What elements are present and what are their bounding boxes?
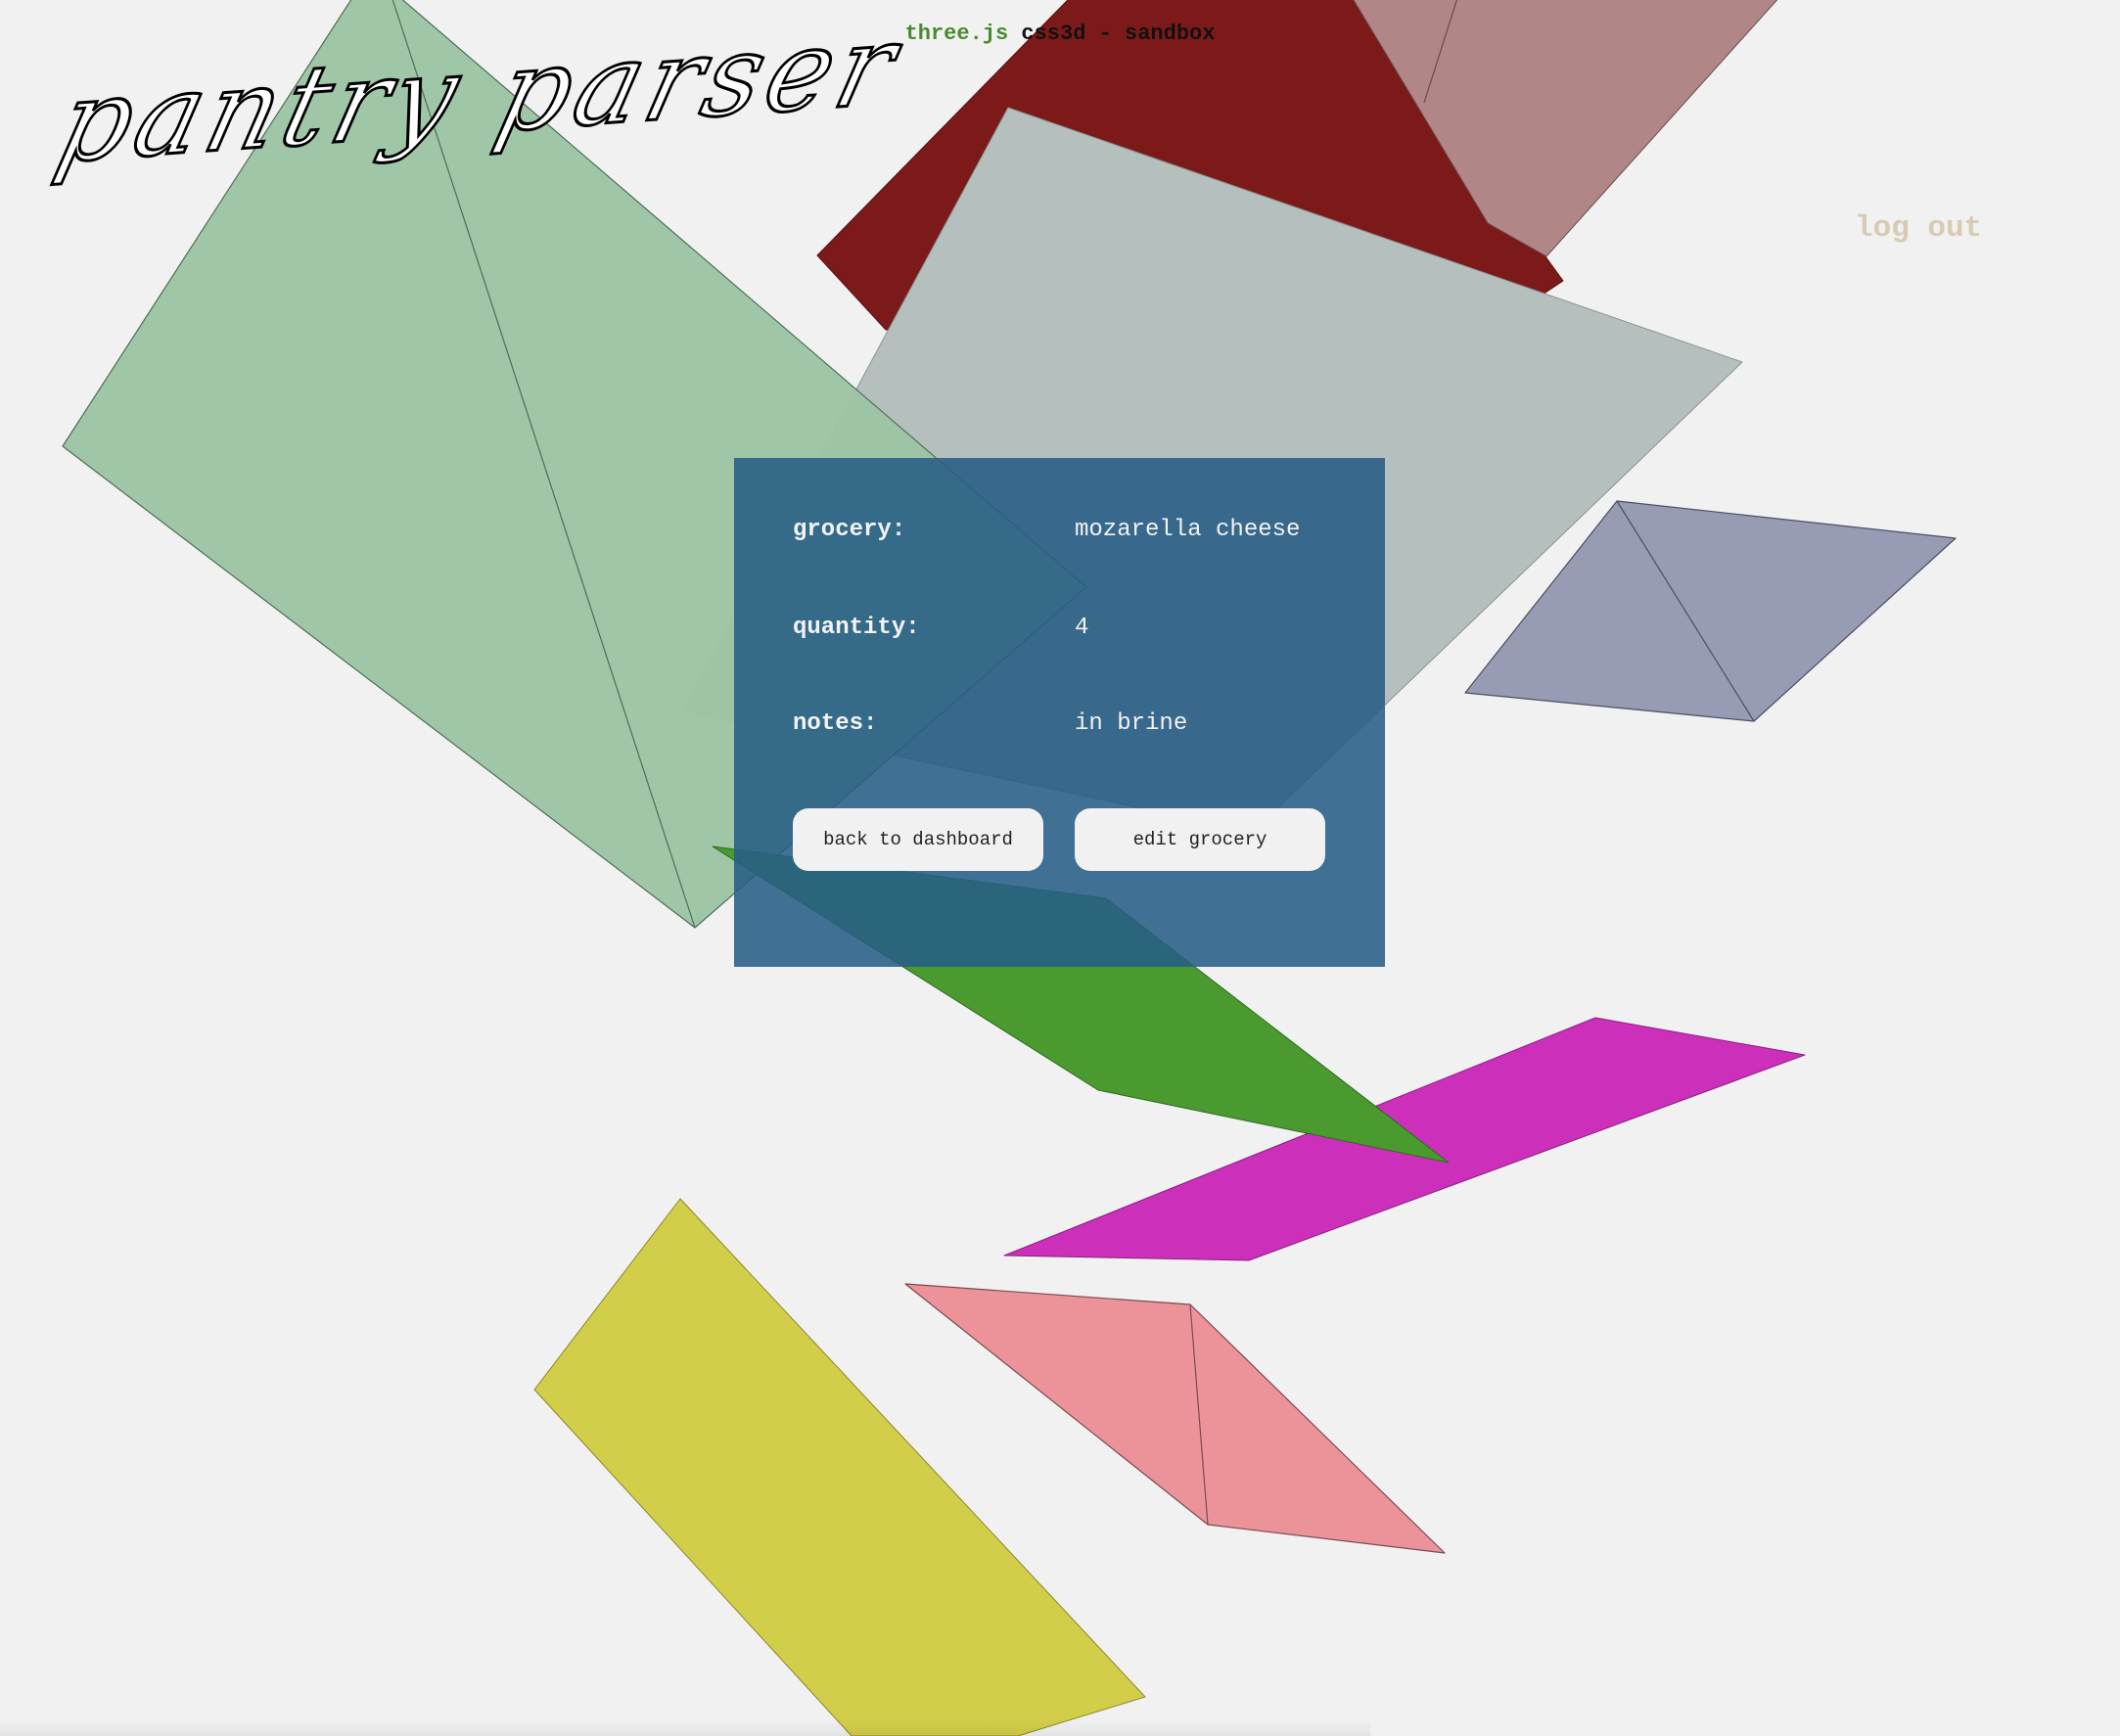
notes-value: in brine xyxy=(1075,710,1188,737)
grocery-label: grocery: xyxy=(793,517,906,543)
notes-label: notes: xyxy=(793,710,878,737)
quantity-value: 4 xyxy=(1075,615,1089,641)
yellow-shape xyxy=(533,1198,1146,1736)
back-to-dashboard-button[interactable]: back to dashboard xyxy=(793,808,1043,871)
library-link[interactable]: three.js xyxy=(905,22,1009,46)
pink-shape xyxy=(904,1283,1446,1554)
bottom-shade xyxy=(0,1718,1370,1736)
edit-grocery-button[interactable]: edit grocery xyxy=(1075,808,1325,871)
header-credit-text: css3d - sandbox xyxy=(1008,22,1216,46)
logout-link[interactable]: log out xyxy=(1855,211,1982,246)
grocery-details-panel: grocery: mozarella cheese quantity: 4 no… xyxy=(734,458,1385,967)
grocery-value: mozarella cheese xyxy=(1075,517,1301,543)
quantity-label: quantity: xyxy=(793,615,920,641)
